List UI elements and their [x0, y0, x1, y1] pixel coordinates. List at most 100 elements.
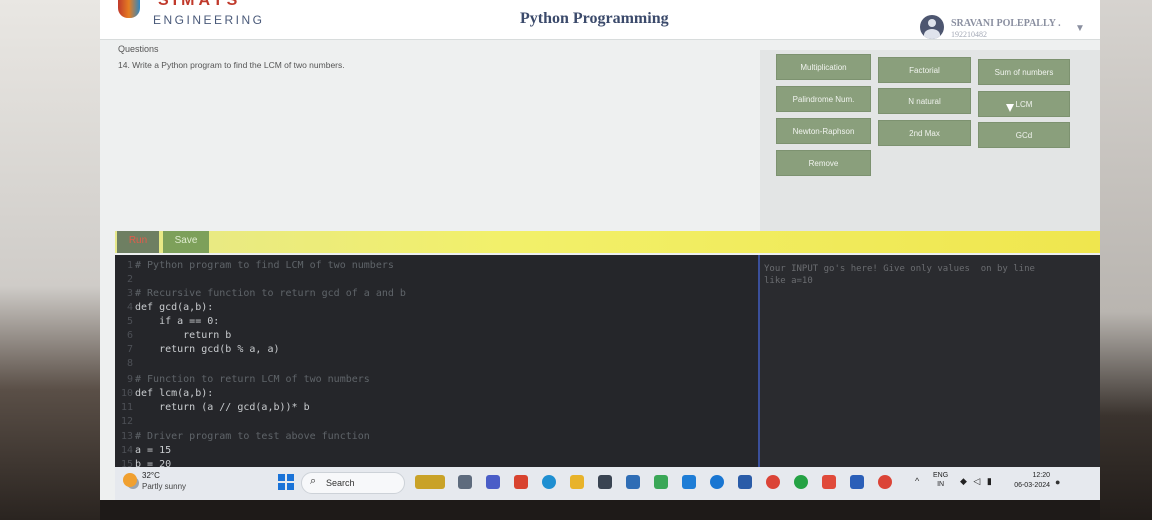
taskbar-search-box[interactable]: ⌕ Search — [301, 472, 405, 494]
code-text: # Function to return LCM of two numbers — [135, 374, 370, 385]
program-button-multiplication[interactable]: Multiplication — [776, 54, 871, 80]
clock-time: 12:20 — [1032, 472, 1050, 479]
code-text: b = 20 — [135, 459, 172, 467]
program-button-sum-of-numbers[interactable]: Sum of numbers — [978, 59, 1070, 85]
line-number: 5 — [126, 316, 133, 327]
program-button-lcm[interactable]: LCM — [978, 91, 1070, 117]
line-number: 14 — [120, 445, 133, 456]
run-button[interactable]: Run — [117, 231, 159, 253]
code-line: 9 # Function to return LCM of two numbers — [115, 373, 370, 387]
notification-icon[interactable]: ● — [1055, 477, 1060, 487]
file-explorer-icon[interactable] — [570, 475, 584, 489]
cortana-icon[interactable] — [710, 475, 724, 489]
chrome-profile-icon[interactable] — [878, 475, 892, 489]
weather-temperature: 32°C — [142, 471, 160, 480]
search-icon: ⌕ — [310, 475, 317, 487]
windows-taskbar: 32°C Partly sunny ⌕ Search ^ ENG IN ◆ ◁ … — [115, 467, 1100, 500]
taskbar-app-icon[interactable] — [415, 475, 445, 489]
code-text: a = 15 — [135, 445, 172, 456]
program-button-2nd-max[interactable]: 2nd Max — [878, 120, 971, 146]
line-number: 15 — [120, 459, 133, 467]
line-number: 13 — [120, 431, 133, 442]
code-line: 12 — [115, 415, 135, 429]
code-line: 10 def lcm(a,b): — [115, 387, 213, 401]
user-avatar-icon[interactable] — [920, 15, 944, 39]
word-icon[interactable] — [850, 475, 864, 489]
editor-toolbar: Run Save — [115, 231, 1100, 253]
questions-label: Questions — [118, 44, 159, 54]
system-clock[interactable]: 12:20 06-03-2024 — [1010, 471, 1050, 491]
language-code: ENG — [933, 472, 949, 479]
clock-date: 06-03-2024 — [1014, 482, 1050, 489]
program-button-palindrome[interactable]: Palindrome Num. — [776, 86, 871, 112]
code-line: 4 def gcd(a,b): — [115, 301, 213, 315]
line-number: 2 — [126, 274, 133, 285]
questions-panel: Questions 14. Write a Python program to … — [115, 42, 760, 238]
line-number: 11 — [120, 402, 133, 413]
edge-icon[interactable] — [542, 475, 556, 489]
tray-overflow-icon[interactable]: ^ — [915, 476, 919, 486]
user-menu-dropdown-icon[interactable]: ▼ — [1075, 23, 1085, 34]
code-line: 1 # Python program to find LCM of two num… — [115, 259, 394, 273]
input-panel[interactable]: Your INPUT go's here! Give only values o… — [758, 255, 1100, 467]
code-text: return b — [135, 330, 232, 341]
app-header: SIMATS ENGINEERING Python Programming SR… — [100, 0, 1100, 40]
line-number: 8 — [126, 358, 133, 369]
program-button-remove[interactable]: Remove — [776, 150, 871, 176]
question-text: 14. Write a Python program to find the L… — [118, 60, 345, 70]
code-line: 6 return b — [115, 329, 231, 343]
laptop-screen: SIMATS ENGINEERING Python Programming SR… — [100, 0, 1100, 500]
store-icon[interactable] — [598, 475, 612, 489]
code-text: def gcd(a,b): — [135, 302, 214, 313]
line-number: 9 — [126, 374, 133, 385]
weather-description: Partly sunny — [142, 482, 187, 491]
language-indicator[interactable]: ENG IN — [933, 471, 948, 489]
brand-top-text: SIMATS — [158, 0, 242, 9]
pinned-app-icon[interactable] — [738, 475, 752, 489]
code-text: return gcd(b % a, a) — [135, 344, 280, 355]
weather-icon[interactable] — [123, 473, 137, 487]
pinned-app-icon[interactable] — [626, 475, 640, 489]
google-drive-icon[interactable] — [654, 475, 668, 489]
code-text: # Driver program to test above function — [135, 431, 370, 442]
windows-start-icon[interactable] — [278, 474, 294, 490]
mouse-cursor-icon — [1006, 104, 1014, 112]
code-text: return (a // gcd(a,b))* b — [135, 402, 310, 413]
code-line: 13 # Driver program to test above functio… — [115, 430, 370, 444]
program-button-newton-raphson[interactable]: Newton-Raphson — [776, 118, 871, 144]
program-button-factorial[interactable]: Factorial — [878, 57, 971, 83]
input-placeholder: Your INPUT go's here! Give only values o… — [764, 264, 1035, 286]
code-line: 7 return gcd(b % a, a) — [115, 343, 280, 357]
wifi-volume-battery-icons[interactable]: ◆ ◁ ▮ — [960, 476, 994, 487]
code-text: # Python program to find LCM of two numb… — [135, 260, 394, 271]
line-number: 3 — [126, 288, 133, 299]
code-line: 2 — [115, 273, 135, 287]
code-editor[interactable]: 1 # Python program to find LCM of two num… — [115, 255, 758, 467]
save-button[interactable]: Save — [163, 231, 209, 253]
line-number: 12 — [120, 416, 133, 427]
chrome-icon[interactable] — [766, 475, 780, 489]
line-number: 4 — [126, 302, 133, 313]
user-id: 192210482 — [951, 30, 987, 39]
whatsapp-icon[interactable] — [794, 475, 808, 489]
code-line: 11 return (a // gcd(a,b))* b — [115, 401, 310, 415]
code-text: # Recursive function to return gcd of a … — [135, 288, 406, 299]
program-button-n-natural[interactable]: N natural — [878, 88, 971, 114]
teams-icon[interactable] — [486, 475, 500, 489]
code-line: 14 a = 15 — [115, 444, 171, 458]
code-line: 3 # Recursive function to return gcd of a… — [115, 287, 406, 301]
line-number: 6 — [126, 330, 133, 341]
pinned-app-icon[interactable] — [822, 475, 836, 489]
line-number: 1 — [126, 260, 133, 271]
task-view-icon[interactable] — [458, 475, 472, 489]
region-code: IN — [937, 481, 945, 488]
code-line: 5 if a == 0: — [115, 315, 219, 329]
mcafee-icon[interactable] — [514, 475, 528, 489]
program-button-gcd[interactable]: GCd — [978, 122, 1070, 148]
code-text: if a == 0: — [135, 316, 220, 327]
play-icon[interactable] — [682, 475, 696, 489]
line-number: 7 — [126, 344, 133, 355]
laptop-bezel — [100, 500, 1100, 520]
desk-background-right — [1100, 0, 1152, 520]
line-number: 10 — [120, 388, 133, 399]
